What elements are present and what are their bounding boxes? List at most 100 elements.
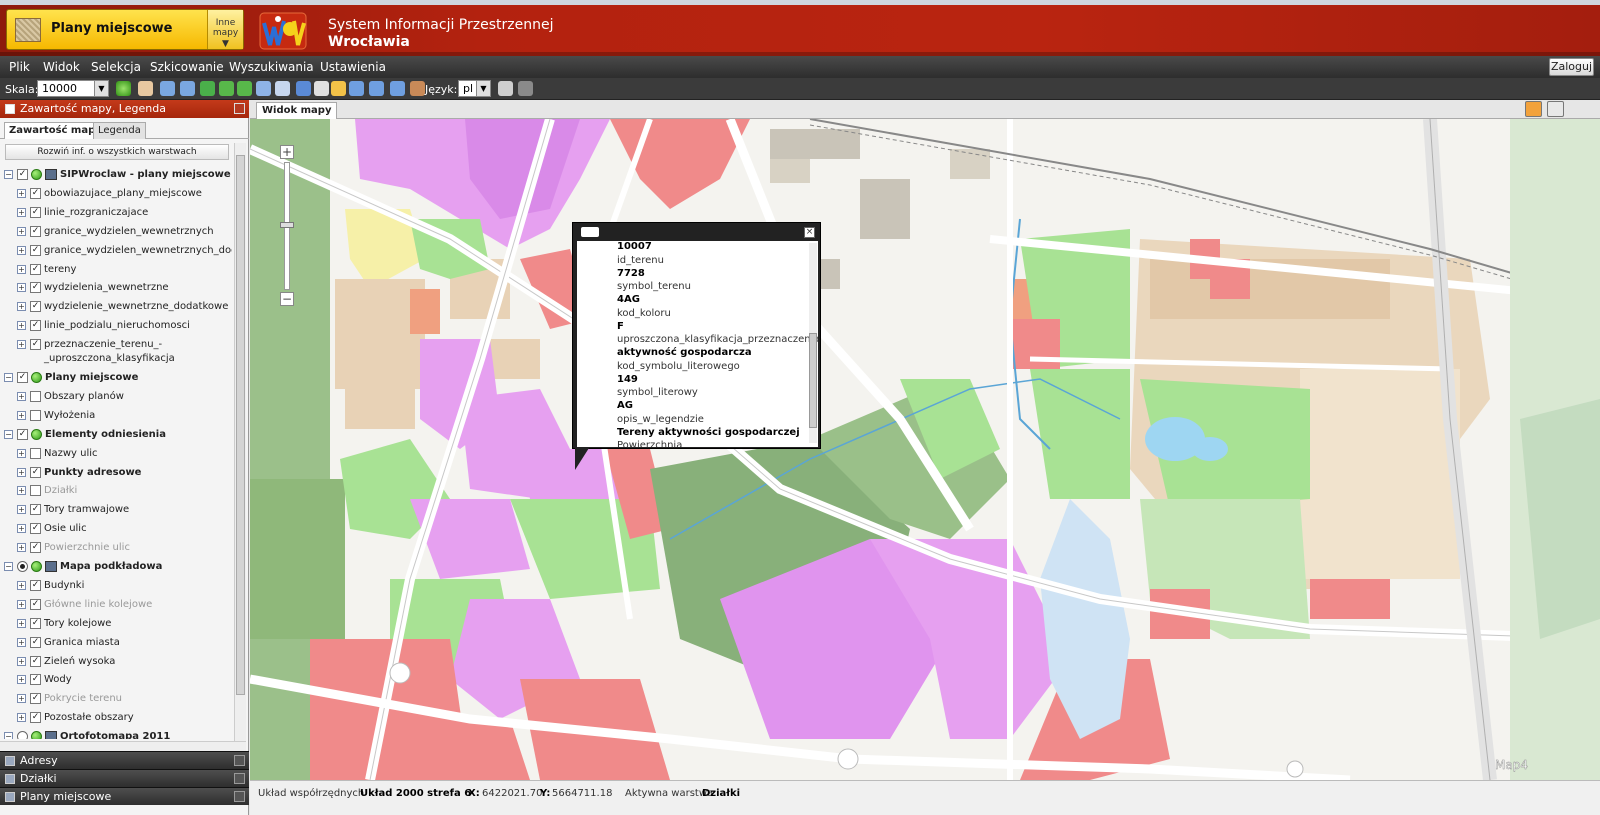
minimize-icon[interactable] <box>234 103 245 114</box>
layer-checkbox[interactable]: ✓ <box>30 579 41 591</box>
map-canvas[interactable]: Map4 <box>250 119 1600 780</box>
expand-icon[interactable]: + <box>17 245 26 255</box>
section-dzialki[interactable]: Działki <box>0 769 249 787</box>
radio-button[interactable] <box>17 561 28 572</box>
expand-icon[interactable] <box>234 791 245 802</box>
wms-add-icon[interactable] <box>349 81 364 96</box>
collapse-icon[interactable]: − <box>4 373 13 382</box>
menu-plik[interactable]: Plik <box>9 60 30 74</box>
popup-scrollbar[interactable] <box>809 243 817 443</box>
layer-checkbox[interactable]: ✓ <box>17 428 28 440</box>
layer-checkbox[interactable]: ✓ <box>30 617 41 629</box>
layer-row[interactable]: + ✓ Pokrycie terenu <box>0 690 232 708</box>
expand-icon[interactable]: + <box>17 505 26 515</box>
link-icon[interactable] <box>518 81 533 96</box>
search-map-icon[interactable] <box>1547 101 1564 117</box>
close-icon[interactable]: × <box>804 227 815 238</box>
tab-map-view[interactable]: Widok mapy <box>256 102 338 119</box>
layer-checkbox[interactable]: ✓ <box>30 523 41 535</box>
layer-row[interactable]: + ✓ granice_wydzielen_wewnetrznych <box>0 223 232 241</box>
expand-icon[interactable]: + <box>17 188 26 198</box>
layer-row[interactable]: + ✓ Powierzchnie ulic <box>0 539 232 557</box>
collapse-icon[interactable]: − <box>4 562 13 571</box>
layer-group-row[interactable]: − Mapa podkładowa <box>0 558 232 576</box>
layer-checkbox[interactable]: ✓ <box>30 244 41 256</box>
globe-icon[interactable] <box>200 81 215 96</box>
map-contents-panel-header[interactable]: Zawartość mapy, Legenda <box>0 100 249 118</box>
expand-icon[interactable]: + <box>17 302 26 312</box>
expand-icon[interactable]: + <box>17 391 26 401</box>
expand-icon[interactable]: + <box>17 524 26 534</box>
expand-icon[interactable]: + <box>17 599 26 609</box>
layer-checkbox[interactable]: ✓ <box>30 712 41 724</box>
collapse-icon[interactable]: − <box>4 429 13 439</box>
expand-icon[interactable]: + <box>17 656 26 666</box>
expand-icon[interactable]: + <box>17 340 26 350</box>
layer-checkbox[interactable]: ✓ <box>30 693 41 705</box>
layer-row[interactable]: + ✓ Punkty adresowe <box>0 464 232 482</box>
tree-horizontal-scrollbar[interactable] <box>0 741 246 751</box>
layer-row[interactable]: + ✓ Zieleń wysoka <box>0 653 232 671</box>
expand-icon[interactable]: + <box>17 226 26 236</box>
radio-button[interactable] <box>17 731 28 739</box>
expand-icon[interactable]: + <box>17 486 26 496</box>
expand-icon[interactable] <box>234 773 245 784</box>
expand-icon[interactable]: + <box>17 637 26 647</box>
other-maps-button[interactable]: Inne mapy ▼ <box>207 10 243 49</box>
zoom-out-button[interactable]: − <box>280 292 294 306</box>
select-rect-icon[interactable] <box>275 81 290 96</box>
layer-group-row[interactable]: − ✓ SIPWroclaw - plany miejscowe <box>0 166 232 184</box>
wmc-icon[interactable] <box>390 81 405 96</box>
scrollbar-thumb[interactable] <box>809 333 817 428</box>
zoom-box-icon[interactable] <box>256 81 271 96</box>
map-selector-button[interactable]: Plany miejscowe Inne mapy ▼ <box>6 9 244 50</box>
layer-row[interactable]: + ✓ Granica miasta <box>0 634 232 652</box>
pencil-icon[interactable] <box>331 81 346 96</box>
layer-checkbox[interactable]: ✓ <box>30 504 41 516</box>
back-arrow-icon[interactable] <box>219 81 234 96</box>
layer-row[interactable]: + ✓ przeznaczenie_terenu_- _uproszczona_kla… <box>0 336 232 368</box>
tree-scrollbar[interactable] <box>234 143 246 743</box>
login-button[interactable]: Zaloguj <box>1549 58 1594 76</box>
layer-checkbox[interactable]: ✓ <box>30 466 41 478</box>
layer-checkbox[interactable]: ✓ <box>17 372 28 383</box>
layer-checkbox[interactable]: ✓ <box>30 263 41 275</box>
layer-checkbox[interactable]: ✓ <box>30 655 41 667</box>
layer-row[interactable]: + ✓ Pozostałe obszary <box>0 709 232 727</box>
measure-icon[interactable] <box>314 81 329 96</box>
layer-checkbox[interactable]: ✓ <box>30 636 41 648</box>
layer-checkbox[interactable]: ✓ <box>30 674 41 686</box>
layer-row[interactable]: + ✓ linie_rozgraniczajace <box>0 204 232 222</box>
menu-ustawienia[interactable]: Ustawienia <box>320 60 386 74</box>
layers-icon[interactable] <box>410 81 425 96</box>
tab-map-contents[interactable]: Zawartość mapy <box>4 122 107 139</box>
expand-icon[interactable]: + <box>17 207 26 217</box>
layer-row[interactable]: + Obszary planów <box>0 388 232 406</box>
collapse-icon[interactable]: − <box>4 732 13 739</box>
menu-widok[interactable]: Widok <box>43 60 80 74</box>
expand-icon[interactable]: + <box>17 675 26 685</box>
layer-row[interactable]: + Nazwy ulic <box>0 445 232 463</box>
pan-hand-icon[interactable] <box>138 81 153 96</box>
expand-icon[interactable]: + <box>17 580 26 590</box>
layer-row[interactable]: + ✓ linie_podzialu_nieruchomosci <box>0 317 232 335</box>
collapse-icon[interactable]: − <box>4 170 13 179</box>
layer-checkbox[interactable]: ✓ <box>30 339 41 351</box>
layer-checkbox[interactable]: ✓ <box>30 282 41 294</box>
layer-row[interactable]: + ✓ wydzielenia_wewnetrzne <box>0 279 232 297</box>
layer-row[interactable]: + ✓ tereny <box>0 261 232 279</box>
wfs-add-icon[interactable] <box>369 81 384 96</box>
layer-checkbox[interactable]: ✓ <box>30 542 41 554</box>
layer-row[interactable]: + ✓ Tory tramwajowe <box>0 501 232 519</box>
print-area-icon[interactable] <box>296 81 311 96</box>
section-plany[interactable]: Plany miejscowe <box>0 787 249 805</box>
printer-icon[interactable] <box>498 81 513 96</box>
expand-all-button[interactable]: Rozwiń inf. o wszystkich warstwach <box>5 144 229 160</box>
layer-group-row[interactable]: − ✓ Elementy odniesienia <box>0 426 232 444</box>
layer-checkbox[interactable]: ✓ <box>17 169 28 180</box>
menu-szkicowanie[interactable]: Szkicowanie <box>150 60 224 74</box>
layer-row[interactable]: + ✓ wydzielenie_wewnetrzne_dodatkowe <box>0 298 232 316</box>
zoom-in-icon[interactable] <box>160 81 175 96</box>
layer-row[interactable]: + ✓ Tory kolejowe <box>0 615 232 633</box>
expand-icon[interactable]: + <box>17 543 26 553</box>
